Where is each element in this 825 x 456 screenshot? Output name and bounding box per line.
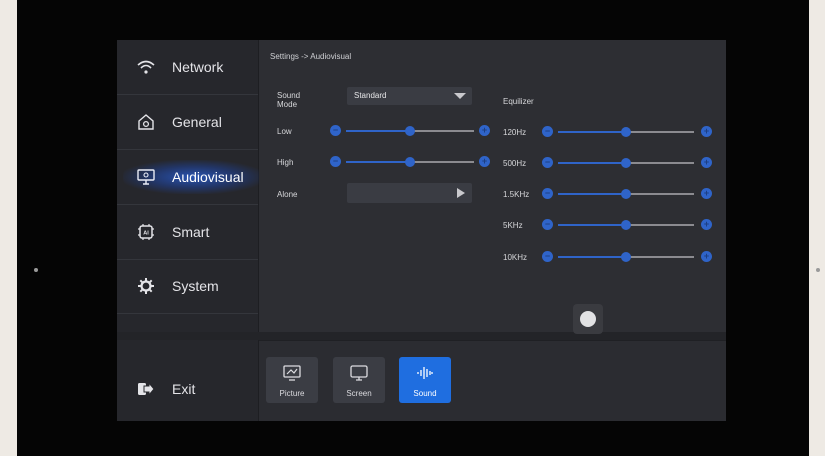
audiovisual-panel: Settings -> Audiovisual Sound Mode Stand… xyxy=(259,40,726,332)
sound-mode-label: Sound Mode xyxy=(277,91,301,109)
tab-label: Picture xyxy=(279,389,305,398)
eq-band-label: 1.5KHz xyxy=(503,190,530,199)
slider-thumb[interactable] xyxy=(405,126,415,136)
equalizer-title: Equilizer xyxy=(503,97,534,106)
low-label: Low xyxy=(277,127,292,136)
wifi-icon xyxy=(135,56,157,78)
tab-screen[interactable]: Screen xyxy=(333,357,385,403)
minus-icon[interactable]: − xyxy=(330,125,341,136)
tab-picture[interactable]: Picture xyxy=(266,357,318,403)
slider-thumb[interactable] xyxy=(621,127,631,137)
sidebar-item-audiovisual[interactable]: Audiovisual xyxy=(117,150,263,205)
sound-wave-icon xyxy=(417,367,433,379)
minus-icon[interactable]: − xyxy=(330,156,341,167)
slider-fill xyxy=(558,162,626,164)
slider-thumb[interactable] xyxy=(621,189,631,199)
exit-button[interactable]: Exit xyxy=(117,362,258,416)
eq-slider-500hz[interactable]: − + xyxy=(542,157,712,169)
category-tab-bar: Picture Screen Sound xyxy=(259,340,726,421)
ai-chip-icon: AI xyxy=(135,221,157,243)
plus-icon[interactable]: + xyxy=(701,219,712,230)
slider-fill xyxy=(558,193,626,195)
gear-icon xyxy=(135,275,157,297)
plus-icon[interactable]: + xyxy=(701,126,712,137)
plus-icon[interactable]: + xyxy=(479,125,490,136)
eq-slider-5khz[interactable]: − + xyxy=(542,219,712,231)
exit-icon xyxy=(135,378,157,400)
play-icon xyxy=(457,188,465,198)
tab-label: Sound xyxy=(413,389,437,398)
eq-band-label: 10KHz xyxy=(503,253,528,262)
low-slider[interactable]: − + xyxy=(330,125,490,137)
bezel-dot-left xyxy=(34,268,38,272)
eq-slider-10khz[interactable]: − + xyxy=(542,251,712,263)
eq-band-label: 5KHz xyxy=(503,221,523,230)
sidebar-item-general[interactable]: General xyxy=(117,95,258,150)
minus-icon[interactable]: − xyxy=(542,219,553,230)
tab-sound[interactable]: Sound xyxy=(399,357,451,403)
plus-icon[interactable]: + xyxy=(701,251,712,262)
monitor-icon xyxy=(135,166,157,188)
sidebar-item-label: Network xyxy=(172,59,224,75)
alone-label: Alone xyxy=(277,190,298,199)
sidebar-item-network[interactable]: Network xyxy=(117,40,258,95)
svg-text:AI: AI xyxy=(143,231,149,237)
eq-slider-1-5khz[interactable]: − + xyxy=(542,188,712,200)
minus-icon[interactable]: − xyxy=(542,126,553,137)
sidebar-item-smart[interactable]: AI Smart xyxy=(117,205,258,260)
slider-fill xyxy=(346,161,410,163)
sidebar-item-label: Audiovisual xyxy=(172,169,244,185)
floating-menu-button[interactable] xyxy=(573,304,603,334)
minus-icon[interactable]: − xyxy=(542,188,553,199)
sidebar: Network General Audiovisual AI Smart Sys… xyxy=(117,40,263,421)
breadcrumb: Settings -> Audiovisual xyxy=(270,52,352,61)
minus-icon[interactable]: − xyxy=(542,157,553,168)
slider-fill xyxy=(558,224,626,226)
eq-band-label: 120Hz xyxy=(503,128,527,137)
plus-icon[interactable]: + xyxy=(701,188,712,199)
picture-icon xyxy=(283,365,301,381)
plus-icon[interactable]: + xyxy=(479,156,490,167)
settings-screen: Network General Audiovisual AI Smart Sys… xyxy=(117,40,726,421)
tab-label: Screen xyxy=(346,389,372,398)
slider-thumb[interactable] xyxy=(621,220,631,230)
sound-mode-dropdown[interactable]: Standard xyxy=(347,87,472,105)
sidebar-item-system[interactable]: System xyxy=(117,259,258,314)
eq-slider-120hz[interactable]: − + xyxy=(542,126,712,138)
slider-fill xyxy=(558,256,626,258)
slider-fill xyxy=(346,130,410,132)
slider-fill xyxy=(558,131,626,133)
sidebar-item-label: System xyxy=(172,278,219,294)
plus-icon[interactable]: + xyxy=(701,157,712,168)
sound-mode-value: Standard xyxy=(354,91,387,100)
eq-band-label: 500Hz xyxy=(503,159,527,168)
sidebar-item-label: Smart xyxy=(172,224,210,240)
home-settings-icon xyxy=(135,111,157,133)
bezel-dot-right xyxy=(816,268,820,272)
exit-label: Exit xyxy=(172,381,196,397)
slider-thumb[interactable] xyxy=(405,157,415,167)
screen-icon xyxy=(350,365,368,381)
alone-selector[interactable] xyxy=(347,183,472,203)
slider-thumb[interactable] xyxy=(621,252,631,262)
high-slider[interactable]: − + xyxy=(330,156,490,168)
panel-divider xyxy=(117,332,726,340)
minus-icon[interactable]: − xyxy=(542,251,553,262)
chevron-down-icon xyxy=(454,93,466,99)
slider-thumb[interactable] xyxy=(621,158,631,168)
high-label: High xyxy=(277,158,294,167)
sidebar-item-label: General xyxy=(172,114,222,130)
